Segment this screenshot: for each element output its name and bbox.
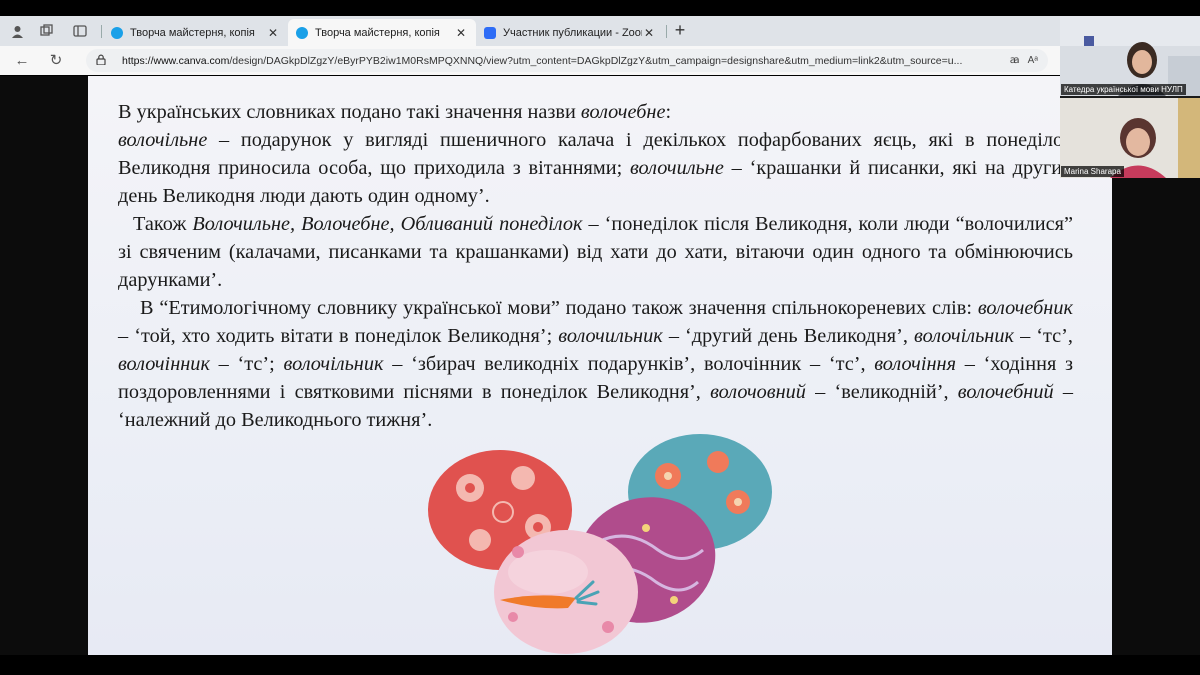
text-run: – ‘збирач великодніх подарунків’, волочі… [383,353,875,375]
italic-term: волочовний [710,381,806,403]
close-icon[interactable]: ✕ [266,26,280,40]
url-host: https://www.canva.com [122,54,230,67]
italic-term: Волочильне, Волочебне, Обливаний понеділ… [192,213,583,235]
tab-separator [101,25,102,38]
paragraph-1: В українських словниках подано такі знач… [118,98,1073,126]
participant-video-2[interactable]: Marina Sharapa [1060,98,1200,178]
translate-icon[interactable]: ꜳ [1010,55,1020,66]
workspaces-icon[interactable] [38,22,56,40]
easter-eggs-illustration [428,434,772,654]
participant-video-1[interactable]: Катедра української мови НУЛП [1060,16,1200,96]
profile-icon[interactable] [8,22,26,40]
screen-bottom-bar [0,655,1200,675]
back-arrow-icon[interactable]: ← [12,51,32,71]
text-run: – ‘тс’, [1013,325,1073,347]
italic-term: волочільник [914,325,1014,347]
pink-egg [494,530,638,654]
paragraph-4: В “Етимологічному словнику української м… [118,294,1073,434]
tab-separator [666,25,667,38]
tab-3[interactable]: Участник публикации - Zoom ✕ [476,19,664,46]
text-run: – ‘той, хто ходить вітати в понеділок Ве… [118,325,559,347]
text-run: – ‘другий день Великодня’, [662,325,915,347]
italic-term: волочильне [630,157,724,179]
italic-term: волочебне [580,101,666,123]
new-tab-plus-icon[interactable]: + [670,21,690,41]
italic-term: волочільник [283,353,384,375]
paragraph-3: Також Волочильне, Волочебне, Обливаний п… [118,210,1073,294]
tab-1[interactable]: Творча майстерня, копія ✕ [103,19,288,46]
italic-term: волочіння [874,353,957,375]
canva-favicon-icon [111,26,123,39]
close-icon[interactable]: ✕ [454,26,468,40]
text-run: В “Етимологічному словнику української м… [140,297,978,319]
text-run: Також [133,213,193,235]
participant-2-name: Marina Sharapa [1061,166,1124,177]
italic-term: волочильник [558,325,663,347]
tab-2[interactable]: Творча майстерня, копія ✕ [288,19,476,46]
screen-top-bar [0,0,1200,16]
italic-term: волочільне [118,129,208,151]
presentation-slide: В українських словниках подано такі знач… [88,76,1112,655]
slide-text: В українських словниках подано такі знач… [118,98,1073,434]
close-icon[interactable]: ✕ [642,26,656,40]
zoom-favicon-icon [484,26,496,39]
lock-icon [96,54,108,68]
tab-1-title: Творча майстерня, копія [130,26,255,39]
url-text: https://www.canva.com/design/DAGkpDlZgzY… [122,55,1002,67]
text-run: : [665,101,672,123]
browser-window: Творча майстерня, копія ✕ Творча майстер… [0,16,1060,75]
tab-actions-icon[interactable] [71,22,89,40]
zoom-video-panel: Катедра української мови НУЛП Marina Sha… [1060,16,1200,178]
read-aloud-icon[interactable]: Aᵃ [1028,55,1038,66]
text-run: – ‘великодній’, [805,381,958,403]
refresh-icon[interactable]: ↻ [46,51,66,71]
canva-favicon-icon [296,26,308,39]
participant-1-name: Катедра української мови НУЛП [1061,84,1186,95]
italic-term: волочебник [977,297,1073,319]
tab-strip: Творча майстерня, копія ✕ Творча майстер… [0,16,1060,46]
navigation-row: ← ↻ https://www.canva.com/design/DAGkpDl… [0,46,1060,75]
italic-term: волочінник [118,353,210,375]
right-letterbox [1112,178,1200,655]
url-path: /design/DAGkpDlZgzY/eByrPYB2iw1M0RsMPQXN… [229,54,963,67]
tab-2-title: Творча майстерня, копія [315,26,440,39]
italic-term: волочебний [957,381,1054,403]
text-run: В українських словниках подано такі знач… [118,101,581,123]
paragraph-2: волочільне – подарунок у вигляді пшеничн… [118,126,1073,210]
text-run: – ‘тс’; [209,353,284,375]
left-letterbox [0,76,88,655]
address-bar[interactable]: https://www.canva.com/design/DAGkpDlZgzY… [86,49,1048,72]
tab-3-title: Участник публикации - Zoom [503,26,642,39]
